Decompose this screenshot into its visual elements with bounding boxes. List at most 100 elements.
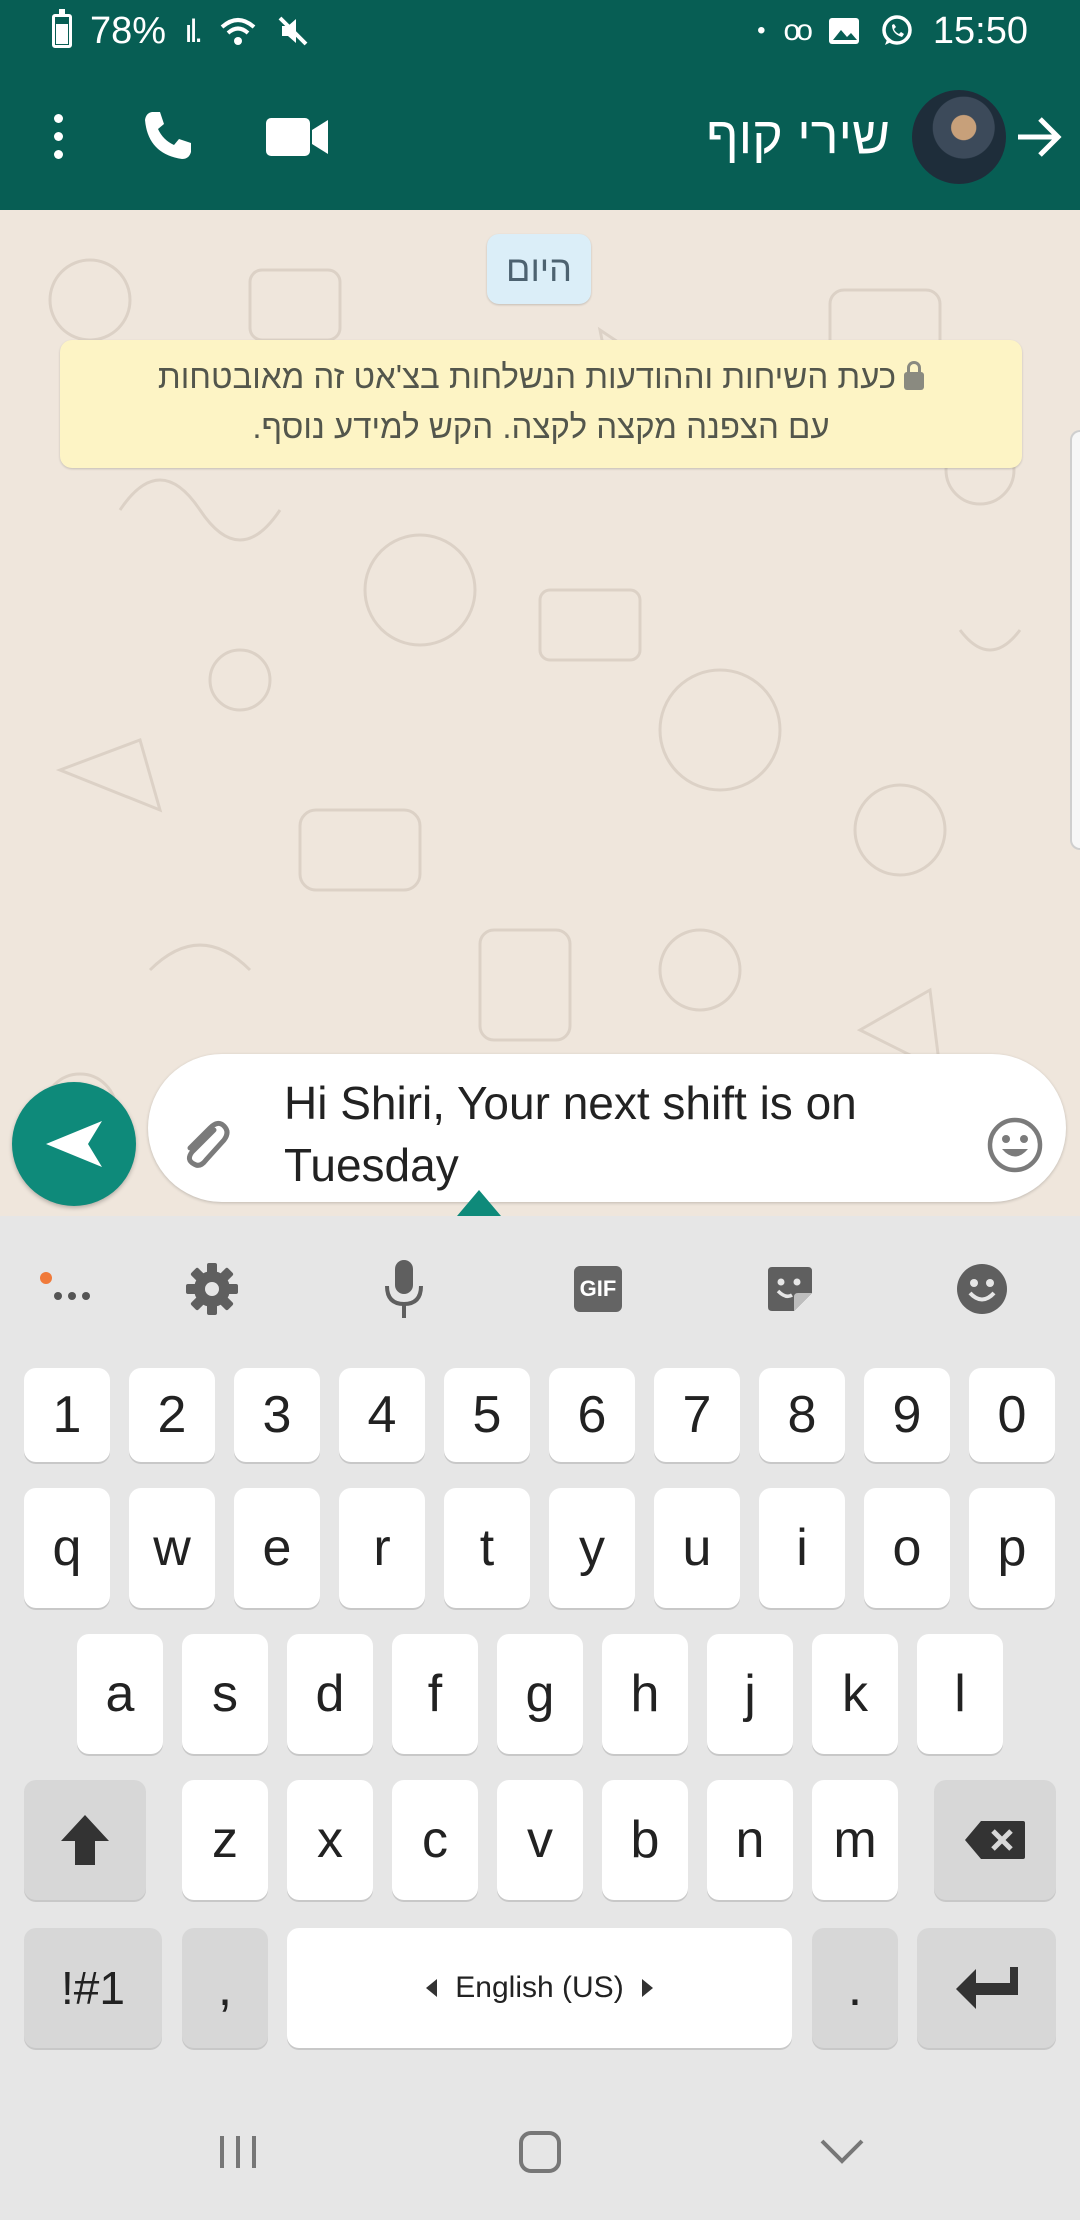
notification-dot: • [757,17,766,44]
lock-icon [904,361,925,390]
home-icon [519,2131,561,2173]
encryption-notice-line2: עם הצפנה מקצה לקצה. הקש למידע נוסף. [252,408,830,445]
status-left: 78% ıl. [52,9,310,53]
message-text-line2: Tuesday [284,1139,459,1191]
key-i[interactable]: i [759,1488,845,1608]
message-input[interactable]: Hi Shiri, Your next shift is on Tuesday [284,1072,934,1196]
key-a[interactable]: a [77,1634,163,1754]
key-0[interactable]: 0 [969,1368,1055,1462]
recent-apps-button[interactable] [208,2122,268,2182]
key-5[interactable]: 5 [444,1368,530,1462]
whatsapp-icon [882,15,912,45]
emoji-icon[interactable] [986,1116,1044,1174]
send-button[interactable] [12,1082,136,1206]
keyboard: GIF 1 2 3 4 5 6 7 8 9 0 q w e r t y u i … [0,1216,1080,2076]
smiley-icon [957,1264,1007,1314]
key-g[interactable]: g [497,1634,583,1754]
sticker-icon [768,1267,812,1311]
key-y[interactable]: y [549,1488,635,1608]
home-button[interactable] [510,2122,570,2182]
contact-name[interactable]: שירי קוף [706,106,890,166]
sticker-button[interactable] [760,1254,820,1324]
key-x[interactable]: x [287,1780,373,1900]
keyboard-settings-button[interactable] [182,1254,242,1324]
chat-header: שירי קוף [0,62,1080,210]
key-q[interactable]: q [24,1488,110,1608]
status-right: • oo 15:50 [757,10,1028,53]
key-v[interactable]: v [497,1780,583,1900]
status-bar: 78% ıl. • oo 15:50 [0,0,1080,62]
clock: 15:50 [932,9,1028,52]
battery-icon [52,9,72,48]
key-w[interactable]: w [129,1488,215,1608]
key-f[interactable]: f [392,1634,478,1754]
language-prev-icon [426,1979,438,1997]
key-r[interactable]: r [339,1488,425,1608]
voice-input-button[interactable] [374,1254,434,1324]
overflow-menu-icon[interactable] [44,114,72,162]
key-h[interactable]: h [602,1634,688,1754]
message-composer[interactable]: Hi Shiri, Your next shift is on Tuesday [148,1054,1066,1202]
key-o[interactable]: o [864,1488,950,1608]
keyboard-toolbar: GIF [0,1216,1080,1366]
backspace-key[interactable] [934,1780,1056,1900]
hide-keyboard-button[interactable] [812,2122,872,2182]
chevron-down-icon [820,2139,864,2164]
period-key[interactable]: . [812,1928,898,2048]
date-chip: היום [487,234,591,304]
key-2[interactable]: 2 [129,1368,215,1462]
space-key[interactable]: English (US) [287,1928,792,2048]
key-p[interactable]: p [969,1488,1055,1608]
encryption-notice-line1: כעת השיחות וההודעות הנשלחות בצ'אט זה מאו… [90,352,992,402]
contact-avatar[interactable] [912,90,1006,184]
battery-percent: 78% [90,9,167,52]
comma-key[interactable]: , [182,1928,268,2048]
encryption-text-1: כעת השיחות וההודעות הנשלחות בצ'אט זה מאו… [157,358,897,395]
key-7[interactable]: 7 [654,1368,740,1462]
symbols-key[interactable]: !#1 [24,1928,162,2048]
key-4[interactable]: 4 [339,1368,425,1462]
gear-icon [186,1263,238,1315]
recents-icon [220,2136,256,2168]
key-k[interactable]: k [812,1634,898,1754]
key-6[interactable]: 6 [549,1368,635,1462]
key-u[interactable]: u [654,1488,740,1608]
key-9[interactable]: 9 [864,1368,950,1462]
gif-button[interactable]: GIF [568,1254,628,1324]
signal-icon: ıl. [184,12,203,49]
message-text-line1: Hi Shiri, Your next shift is on [284,1077,857,1129]
key-c[interactable]: c [392,1780,478,1900]
send-arrow-icon [46,1121,102,1167]
key-1[interactable]: 1 [24,1368,110,1462]
key-3[interactable]: 3 [234,1368,320,1462]
wifi-icon [220,18,256,45]
attach-icon[interactable] [174,1114,234,1174]
shift-arrow-icon [61,1815,109,1865]
key-l[interactable]: l [917,1634,1003,1754]
key-n[interactable]: n [707,1780,793,1900]
edge-panel-handle[interactable] [1070,430,1080,850]
key-b[interactable]: b [602,1780,688,1900]
key-m[interactable]: m [812,1780,898,1900]
key-8[interactable]: 8 [759,1368,845,1462]
voice-call-button[interactable] [138,106,198,166]
video-call-button[interactable] [264,112,330,162]
emoji-keyboard-button[interactable] [952,1254,1012,1324]
microphone-icon [385,1260,423,1318]
key-d[interactable]: d [287,1634,373,1754]
back-arrow-icon[interactable] [1012,110,1066,164]
key-e[interactable]: e [234,1488,320,1608]
key-j[interactable]: j [707,1634,793,1754]
key-z[interactable]: z [182,1780,268,1900]
key-s[interactable]: s [182,1634,268,1754]
enter-icon [955,1967,1018,2009]
enter-key[interactable] [917,1928,1056,2048]
gallery-icon [828,18,859,44]
encryption-notice[interactable]: כעת השיחות וההודעות הנשלחות בצ'אט זה מאו… [60,340,1022,468]
key-t[interactable]: t [444,1488,530,1608]
voicemail-icon: oo [783,14,813,47]
shift-key[interactable] [24,1780,146,1900]
gif-icon: GIF [574,1266,622,1312]
backspace-icon [965,1821,1025,1859]
keyboard-more-icon[interactable] [36,1268,96,1312]
